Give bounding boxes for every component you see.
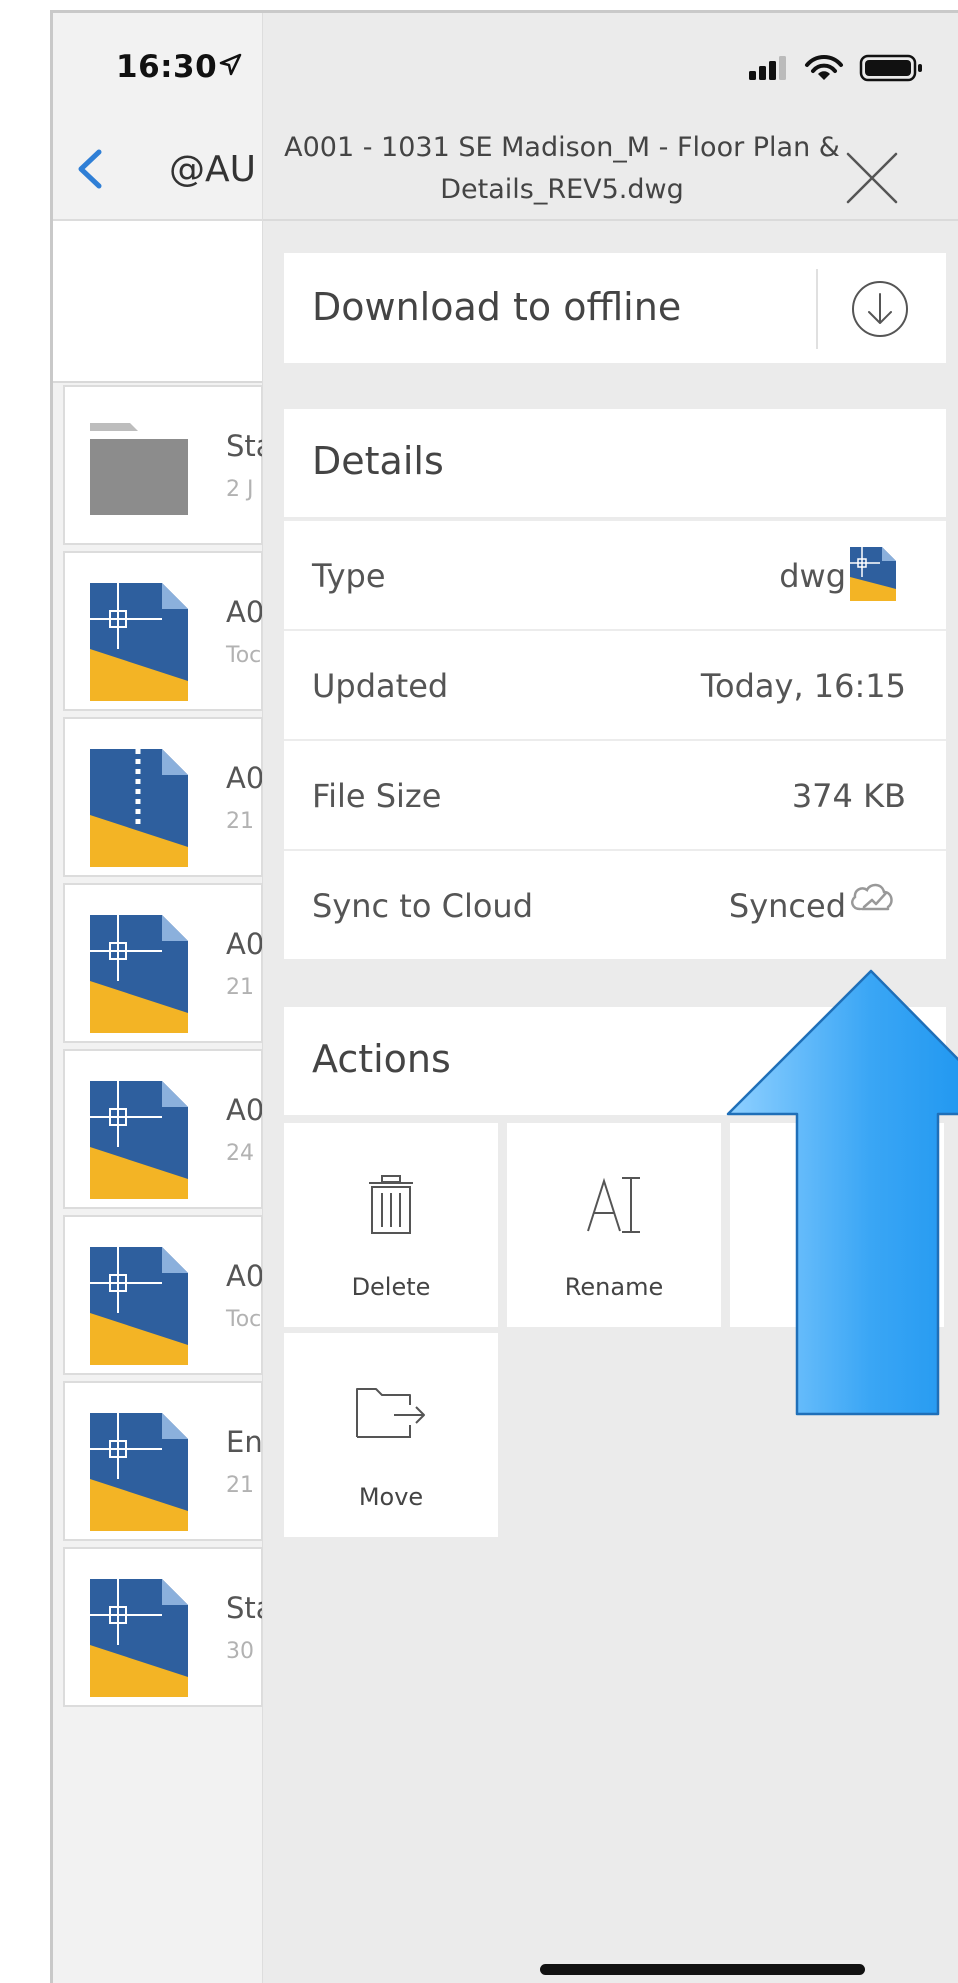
file-subtitle: Toc [226, 1307, 262, 1332]
file-name: Sta [226, 429, 262, 463]
home-indicator [540, 1964, 865, 1975]
download-offline-button[interactable]: Download to offline [284, 253, 946, 363]
phone-screen: 16:30 @AU Sta 2 J A0 Toc A0 21 A0 21 A0 24 A0 Toc En… [50, 10, 958, 1983]
detail-row-sync: Sync to Cloud Synced [284, 849, 946, 959]
file-subtitle: 24 [226, 1141, 254, 1166]
detail-label: Type [312, 557, 386, 595]
detail-row-type: Type dwg [284, 519, 946, 629]
detail-label: Sync to Cloud [312, 887, 533, 925]
detail-label: File Size [312, 777, 442, 815]
move-folder-icon [356, 1388, 425, 1438]
delete-button[interactable]: Delete [284, 1123, 498, 1327]
action-label: Delete [351, 1273, 431, 1301]
detail-value: Synced [728, 887, 846, 925]
annotation-up-arrow [726, 969, 958, 1416]
status-indicators [749, 54, 922, 82]
panel-title: A001 - 1031 SE Madison_M - Floor Plan & … [284, 132, 840, 205]
detail-value: 374 KB [791, 777, 906, 815]
file-subtitle: Toc [226, 643, 262, 668]
file-list-item[interactable]: En 21 [63, 1381, 263, 1541]
zip-file-icon [90, 749, 188, 867]
action-label: Move [358, 1483, 424, 1511]
file-subtitle: 2 J [226, 477, 254, 502]
file-subtitle: 21 [226, 1473, 254, 1498]
file-name: A0 [226, 761, 264, 795]
file-list-item[interactable]: A0 21 [63, 883, 264, 1043]
file-name: A0 [226, 595, 264, 629]
folder-icon [90, 423, 188, 515]
file-list-item[interactable]: A0 Toc [63, 1215, 264, 1375]
file-list-item[interactable]: A0 21 [63, 717, 264, 877]
detail-value: dwg [779, 557, 846, 595]
dwg-file-icon [90, 1081, 188, 1199]
detail-row-updated: Updated Today, 16:15 [284, 629, 946, 739]
actions-title: Actions [312, 1037, 451, 1081]
detail-row-file-size: File Size 374 KB [284, 739, 946, 849]
file-list-item[interactable]: Sta 30 [63, 1547, 262, 1707]
details-section-header: Details [284, 409, 946, 517]
dwg-file-icon [90, 1413, 188, 1531]
dwg-file-icon [90, 915, 188, 1033]
back-chevron-icon[interactable] [75, 148, 105, 190]
action-label: Rename [564, 1273, 664, 1301]
file-subtitle: 21 [226, 975, 254, 1000]
file-list-pane: 16:30 @AU Sta 2 J A0 Toc A0 21 A0 21 A0 24 A0 Toc En… [53, 13, 264, 1983]
rename-button[interactable]: Rename [507, 1123, 721, 1327]
dwg-file-icon [90, 1579, 188, 1697]
battery-icon [859, 54, 922, 82]
left-nav-title: @AU [169, 149, 256, 190]
location-arrow-icon [219, 53, 242, 76]
download-offline-label: Download to offline [312, 285, 682, 329]
dwg-file-icon [850, 547, 896, 601]
move-button[interactable]: Move [284, 1333, 498, 1537]
file-name: A0 [226, 927, 264, 961]
details-title: Details [312, 439, 444, 483]
file-list-item[interactable]: Sta 2 J [63, 385, 262, 545]
file-name: Sta [226, 1591, 262, 1625]
list-header [53, 221, 262, 383]
left-nav-bar: @AU [53, 113, 262, 221]
file-name: A0 [226, 1259, 264, 1293]
close-icon[interactable] [845, 151, 899, 205]
file-list-item[interactable]: A0 Toc [63, 551, 264, 711]
file-subtitle: 30 [226, 1639, 254, 1664]
dwg-file-icon [90, 583, 188, 701]
detail-value: Today, 16:15 [700, 667, 906, 705]
trash-icon [369, 1175, 413, 1234]
cloud-synced-icon [851, 883, 893, 911]
download-icon [852, 281, 908, 337]
rename-icon [587, 1177, 640, 1233]
panel-header: A001 - 1031 SE Madison_M - Floor Plan & … [263, 109, 958, 221]
file-subtitle: 21 [226, 809, 254, 834]
dwg-file-icon [90, 1247, 188, 1365]
file-name: A0 [226, 1093, 264, 1127]
wifi-icon [805, 54, 843, 80]
detail-label: Updated [312, 667, 449, 705]
divider [816, 269, 818, 349]
cellular-signal-icon [749, 56, 786, 80]
status-time: 16:30 [116, 49, 218, 85]
file-name: En [226, 1425, 263, 1459]
file-list-item[interactable]: A0 24 [63, 1049, 264, 1209]
